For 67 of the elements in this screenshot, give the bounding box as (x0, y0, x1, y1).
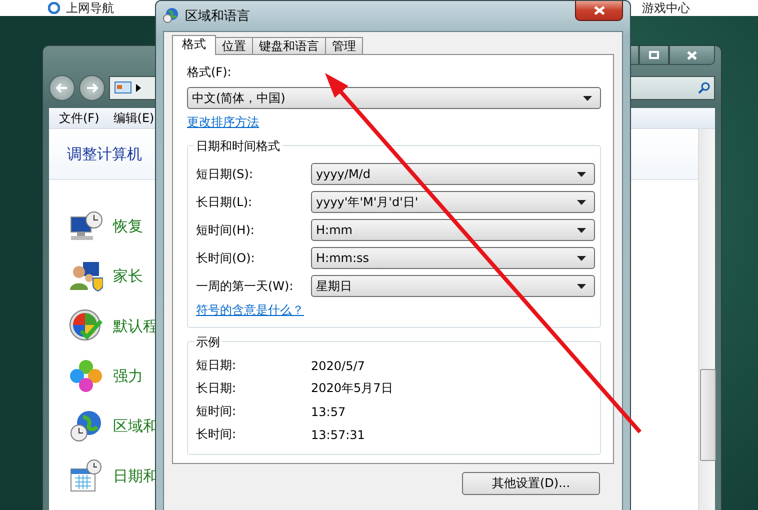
help-link[interactable]: 符号的含意是什么？ (196, 302, 304, 319)
field-label: 短日期(S): (196, 166, 254, 182)
example-value: 2020年5月7日 (311, 380, 394, 397)
field-label: 长时间(O): (196, 250, 256, 266)
caret-icon (577, 172, 586, 176)
other-settings-button[interactable]: 其他设置(D)... (462, 472, 600, 495)
calendar-clock-icon (69, 459, 103, 493)
menu-item[interactable]: 文件(F) (59, 110, 100, 126)
chevron-icon (136, 84, 141, 92)
control-panel-icon (114, 81, 132, 95)
caret-icon (577, 256, 586, 260)
example-value: 13:57 (311, 404, 347, 418)
close-icon (687, 50, 697, 60)
round-logo-check-icon (69, 309, 103, 343)
field-label: 一周的第一天(W): (196, 278, 294, 294)
example-value: 13:57:31 (311, 428, 366, 442)
right-arrow-icon (86, 83, 98, 93)
scrollbar-thumb[interactable] (700, 369, 716, 461)
caret-icon (577, 284, 586, 288)
window-title: 区域和语言 (185, 8, 250, 25)
caret-icon (583, 96, 592, 100)
tab[interactable]: 键盘和语言 (252, 37, 326, 54)
maximize-button[interactable] (639, 46, 669, 65)
control-panel-link[interactable]: 强力 (113, 366, 143, 386)
left-arrow-icon (56, 83, 68, 93)
search-field[interactable] (629, 76, 715, 100)
tab[interactable]: 管理 (325, 37, 363, 54)
field-label: 短时间(H): (196, 222, 256, 238)
format-dropdown[interactable]: H:mm (311, 219, 595, 241)
scrollbar[interactable] (698, 129, 715, 510)
flower-icon (69, 359, 103, 393)
back-button[interactable] (49, 75, 75, 101)
control-panel-link[interactable]: 家长 (113, 266, 143, 286)
format-dropdown[interactable]: 星期日 (311, 275, 595, 297)
browser-logo-icon (48, 2, 60, 14)
bookmark-link[interactable]: 游戏中心 (642, 0, 690, 16)
format-dropdown[interactable]: H:mm:ss (311, 247, 595, 269)
globe-clock-icon (163, 7, 179, 23)
sort-link[interactable]: 更改排序方法 (187, 114, 259, 131)
example-label: 短日期: (196, 357, 238, 374)
field-label: 长日期(L): (196, 194, 254, 210)
close-button[interactable] (575, 1, 623, 21)
example-label: 短时间: (196, 403, 238, 420)
example-value: 2020/5/7 (311, 358, 366, 372)
group-title: 示例 (194, 334, 222, 351)
format-dropdown[interactable]: 中文(简体，中国) (187, 87, 601, 109)
control-panel-link[interactable]: 恢复 (113, 216, 143, 236)
tab[interactable]: 格式 (172, 35, 216, 55)
group-title: 日期和时间格式 (194, 138, 282, 155)
search-icon (698, 82, 710, 94)
close-icon (594, 6, 604, 15)
format-dropdown[interactable]: yyyy/M/d (311, 163, 595, 185)
forward-button[interactable] (79, 75, 105, 101)
menu-item[interactable]: 编辑(E) (113, 110, 154, 126)
people-shield-icon (69, 260, 103, 292)
bookmark-link[interactable]: 上网导航 (66, 0, 114, 16)
format-dropdown[interactable]: yyyy'年'M'月'd'日' (311, 191, 595, 213)
caret-icon (577, 228, 586, 232)
globe-clock-icon (69, 409, 103, 443)
example-label: 长日期: (196, 380, 238, 397)
caret-icon (577, 200, 586, 204)
field-label: 格式(F): (187, 64, 232, 81)
close-button[interactable] (669, 46, 715, 65)
tab[interactable]: 位置 (215, 37, 253, 54)
example-label: 长时间: (196, 426, 238, 443)
computer-clock-icon (69, 211, 103, 241)
maximize-icon (649, 51, 659, 59)
